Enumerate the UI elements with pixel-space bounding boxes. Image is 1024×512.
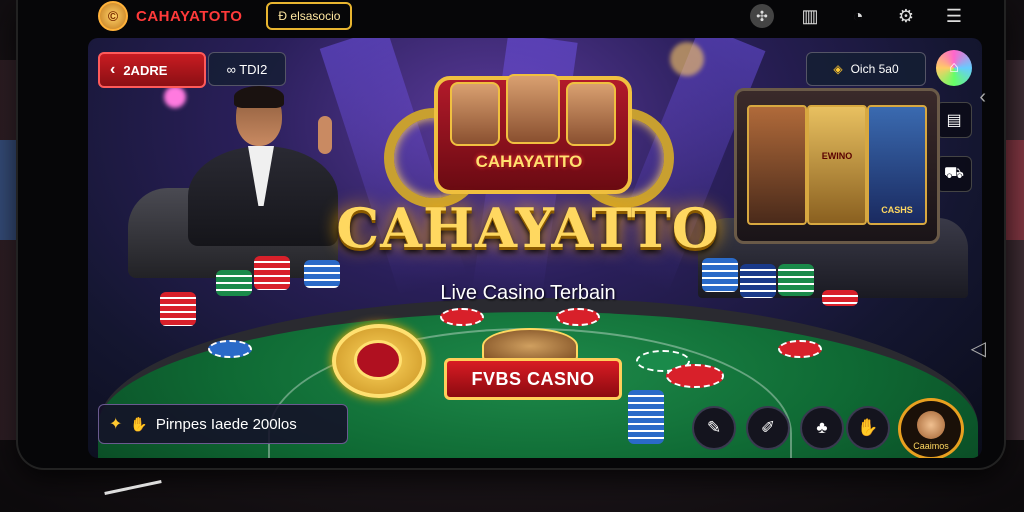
- cards-icon[interactable]: ♣: [800, 406, 844, 450]
- slot-reel-label: EWINO: [821, 151, 853, 161]
- hamburger-menu-icon[interactable]: ☰: [942, 4, 966, 28]
- signal-icon[interactable]: ▥: [798, 4, 822, 28]
- chip-stack: [216, 270, 252, 296]
- promo-banner-label: Pirnpes Iaede 200los: [155, 415, 297, 433]
- hand-pointer-icon: ✋: [130, 415, 148, 432]
- chip-stack: [304, 260, 340, 288]
- top-promo-button[interactable]: Ð elsasocio: [266, 2, 353, 30]
- dealer-hair: [234, 86, 284, 108]
- poker-chip: [556, 308, 600, 326]
- emblem-portrait: [450, 82, 500, 146]
- chip-stack: [702, 258, 738, 292]
- table-tool-button[interactable]: ⛟: [936, 156, 972, 192]
- avatar: [917, 411, 945, 439]
- chevron-left-icon: ‹: [110, 61, 116, 78]
- history-tool-button[interactable]: ▤: [936, 102, 972, 138]
- right-background-screen: [1006, 140, 1024, 240]
- profile-avatar-button[interactable]: Caaimos: [898, 398, 964, 458]
- slot-reel: [747, 105, 807, 225]
- game-title: CAHAYATTO: [336, 196, 720, 260]
- poker-chip: [778, 340, 822, 358]
- poker-chip: [208, 340, 252, 358]
- color-wheel-menu-button[interactable]: ⌂: [936, 50, 972, 86]
- chip-stack: [628, 390, 664, 444]
- chip-stack: [740, 264, 776, 298]
- slot-machine: EWINO CASHS: [734, 88, 940, 244]
- settings-icon[interactable]: ⚙: [894, 4, 918, 28]
- table-icon: ⛟: [943, 165, 965, 182]
- brand-emblem: CAHAYATITO: [384, 68, 674, 208]
- nav-back-arrow-icon[interactable]: ‹: [979, 86, 986, 109]
- poker-chip: [440, 308, 484, 326]
- left-background-screen: [0, 140, 18, 240]
- broadcast-icon[interactable]: ◔: [846, 4, 870, 28]
- back-button[interactable]: ‹ 2ADRE: [98, 52, 206, 88]
- game-subtitle: Live Casino Terbain: [440, 282, 616, 304]
- chip-stack: [160, 292, 196, 326]
- megaphone-icon: ✦: [109, 416, 123, 433]
- volume-button[interactable]: ◈ Oich 5a0: [806, 52, 926, 86]
- emblem-portrait: [566, 82, 616, 146]
- chat-icon[interactable]: ✎: [692, 406, 736, 450]
- chip-stack: [254, 256, 290, 290]
- promo-banner[interactable]: ✦ ✋ Pirnpes Iaede 200los: [98, 404, 348, 444]
- top-icon-group: ✣ ▥ ◔ ⚙ ☰: [750, 4, 966, 28]
- brand-logo-icon: ©: [98, 1, 128, 31]
- stage-light: [670, 42, 704, 76]
- pen-icon[interactable]: ✐: [746, 406, 790, 450]
- chip-stack: [778, 264, 814, 296]
- play-casino-button[interactable]: FVBS CASNO: [444, 358, 622, 400]
- diamond-icon: ◈: [833, 62, 843, 76]
- emblem-text: CAHAYATITO: [475, 152, 583, 171]
- slot-reel: CASHS: [867, 105, 927, 225]
- grid-icon[interactable]: ✣: [750, 4, 774, 28]
- live-dealer: [168, 86, 338, 246]
- history-icon: ▤: [946, 112, 962, 129]
- brand-name: CAHAYATOTO: [136, 7, 243, 25]
- volume-button-label: Oich 5a0: [850, 62, 899, 76]
- slot-reel: EWINO: [807, 105, 867, 225]
- gesture-bar: [104, 480, 162, 495]
- hand-icon[interactable]: ✋: [846, 406, 890, 450]
- mode-button[interactable]: ∞ TDI2: [208, 52, 286, 86]
- top-status-bar: © CAHAYATOTO Ð elsasocio ✣ ▥ ◔ ⚙ ☰: [88, 0, 978, 32]
- back-button-label: 2ADRE: [123, 62, 168, 78]
- emblem-portrait: [506, 74, 560, 144]
- avatar-label: Caaimos: [913, 441, 949, 451]
- poker-chip: [666, 364, 724, 388]
- slot-reel-label: CASHS: [881, 205, 913, 215]
- game-viewport: ‹ 2ADRE ∞ TDI2 ◈ Oich 5a0 ⌂ ▤ ⛟ EWINO CA…: [88, 38, 982, 458]
- gold-medallion: [332, 324, 426, 398]
- device-frame: © CAHAYATOTO Ð elsasocio ✣ ▥ ◔ ⚙ ☰ ‹ 2AD…: [18, 0, 1004, 468]
- chip-stack: [822, 290, 858, 306]
- dealer-pointing-finger: [318, 116, 332, 154]
- nav-back-arrow-icon[interactable]: ◁: [971, 336, 986, 361]
